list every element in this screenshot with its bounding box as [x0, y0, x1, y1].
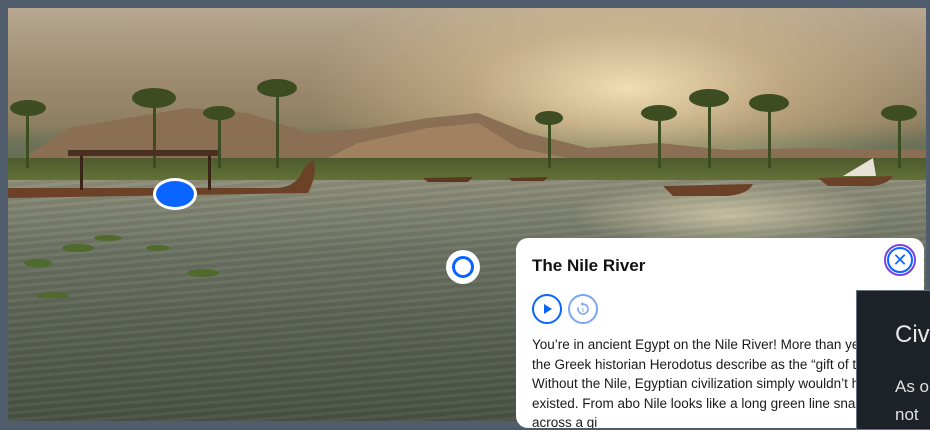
- svg-text:5: 5: [582, 308, 585, 314]
- play-icon: [544, 304, 552, 314]
- play-button[interactable]: [532, 294, 562, 324]
- side-panel-line-2: not: [895, 405, 919, 424]
- side-panel-title: Civ: [895, 321, 930, 348]
- lily-pads: [24, 235, 219, 298]
- close-icon: ✕: [892, 250, 908, 270]
- boat-hotspot[interactable]: [153, 178, 197, 210]
- close-button[interactable]: ✕: [884, 244, 916, 276]
- side-panel: Civ As o not: [856, 290, 930, 430]
- viewer-frame: The Nile River ✕ 5 You’re in ancient Egy…: [0, 0, 930, 430]
- audio-controls: 5: [532, 294, 906, 324]
- replay-icon: 5: [577, 302, 589, 315]
- side-panel-line-1: As o: [895, 377, 930, 396]
- card-title: The Nile River: [532, 256, 646, 275]
- river-hotspot[interactable]: [446, 250, 480, 284]
- replay-button[interactable]: 5: [568, 294, 598, 324]
- side-panel-text: As o not: [895, 373, 929, 429]
